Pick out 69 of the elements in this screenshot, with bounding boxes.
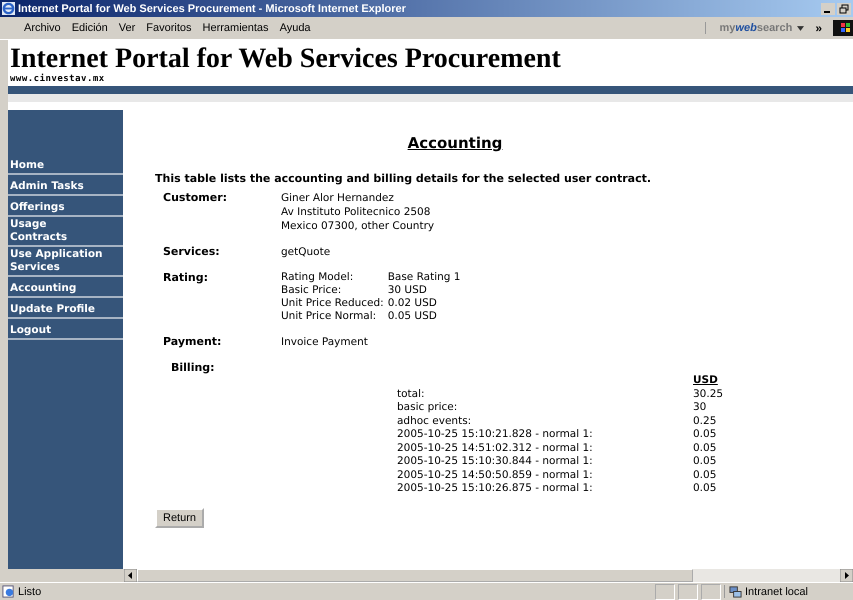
- rating-label: Basic Price:: [281, 284, 342, 297]
- field-label: Billing:: [171, 361, 216, 374]
- page-heading: Accounting: [406, 134, 504, 152]
- network-icon: [729, 585, 742, 598]
- sidebar-item[interactable]: Logout: [8, 319, 123, 340]
- caret-icon[interactable]: [797, 26, 804, 30]
- window-title: Internet Portal for Web Services Procurement - Microsoft Internet Explorer: [18, 2, 406, 14]
- zone-text: Intranet local: [745, 586, 808, 598]
- field-value: getQuote: [281, 245, 330, 259]
- sidebar-item[interactable]: Admin Tasks: [8, 175, 123, 196]
- site-title: Internet Portal for Web Services Procurement: [10, 44, 562, 74]
- billing-item: 2005-10-25 14:51:02.312 - normal 1:: [397, 442, 594, 455]
- billing-amount: 30: [693, 401, 708, 414]
- menu-item[interactable]: Ver: [118, 22, 136, 34]
- billing-item: 2005-10-25 15:10:30.844 - normal 1:: [397, 455, 594, 468]
- sidebar-item[interactable]: Offerings: [8, 196, 123, 217]
- minimize-icon[interactable]: [821, 2, 835, 14]
- rating-label: Rating Model:: [281, 271, 354, 284]
- browser-icon: [2, 2, 15, 15]
- rating-value: 0.05 USD: [388, 310, 438, 323]
- sidebar-item[interactable]: Usage Contracts: [8, 217, 123, 247]
- field-label: Payment:: [163, 335, 222, 349]
- billing-amount: 0.05: [693, 442, 718, 455]
- billing-amount: 0.25: [693, 414, 718, 428]
- scroll-left-button[interactable]: [124, 569, 137, 582]
- billing-item: adhoc events:: [397, 414, 472, 428]
- menu-item[interactable]: Herramientas: [202, 22, 269, 34]
- scroll-right-button[interactable]: [840, 569, 853, 582]
- rating-label: Unit Price Reduced:: [281, 297, 384, 310]
- rating-value: Base Rating 1: [388, 271, 460, 284]
- billing-amount: 0.05: [693, 455, 718, 468]
- search-brand[interactable]: mywebsearch: [704, 22, 792, 34]
- menu-item[interactable]: Edición: [72, 22, 108, 34]
- more-button[interactable]: »: [815, 21, 822, 35]
- billing-amount: 0.05: [693, 468, 718, 482]
- rating-value: 0.02 USD: [388, 297, 438, 310]
- billing-amount: 0.05: [693, 482, 718, 496]
- menu-item[interactable]: Archivo: [24, 22, 61, 34]
- billing-item: 2005-10-25 15:10:21.828 - normal 1:: [397, 428, 594, 442]
- billing-item: basic price:: [397, 401, 458, 414]
- field-value: Invoice Payment: [281, 335, 368, 349]
- flag-icon[interactable]: [833, 20, 853, 36]
- field-value: Giner Alor Hernandez: [281, 191, 395, 205]
- field-label: Customer:: [163, 191, 228, 206]
- field-value: Mexico 07300, other Country: [281, 219, 434, 233]
- site-url: www.cinvestav.mx: [10, 74, 106, 84]
- restore-icon[interactable]: [837, 2, 851, 14]
- billing-amount: 0.05: [693, 428, 718, 442]
- billing-item: 2005-10-25 15:10:26.875 - normal 1:: [397, 482, 594, 496]
- menu-item[interactable]: Ayuda: [280, 22, 311, 34]
- sidebar-item[interactable]: Use Application Services: [8, 247, 123, 277]
- page-icon: [2, 585, 15, 598]
- rating-value: 30 USD: [388, 284, 428, 297]
- billing-amount: 30.25: [693, 388, 724, 401]
- rating-label: Unit Price Normal:: [281, 310, 378, 323]
- column-header: USD: [693, 374, 719, 388]
- field-value: Av Instituto Politecnico 2508: [281, 205, 432, 219]
- sidebar-item[interactable]: Home: [8, 154, 123, 175]
- return-button[interactable]: Return: [155, 508, 204, 528]
- menu-item[interactable]: Favoritos: [146, 22, 192, 34]
- billing-item: 2005-10-25 14:50:50.859 - normal 1:: [397, 468, 594, 482]
- sidebar-item[interactable]: Update Profile: [8, 298, 123, 319]
- field-label: Rating:: [163, 271, 210, 286]
- billing-item: total:: [397, 388, 426, 401]
- intro-text: This table lists the accounting and billing details for the selected user contract.: [155, 172, 652, 185]
- status-text: Listo: [18, 586, 42, 598]
- horizontal-scrollbar[interactable]: [124, 569, 853, 582]
- sidebar-item[interactable]: Accounting: [8, 277, 123, 298]
- field-label: Services:: [163, 245, 221, 259]
